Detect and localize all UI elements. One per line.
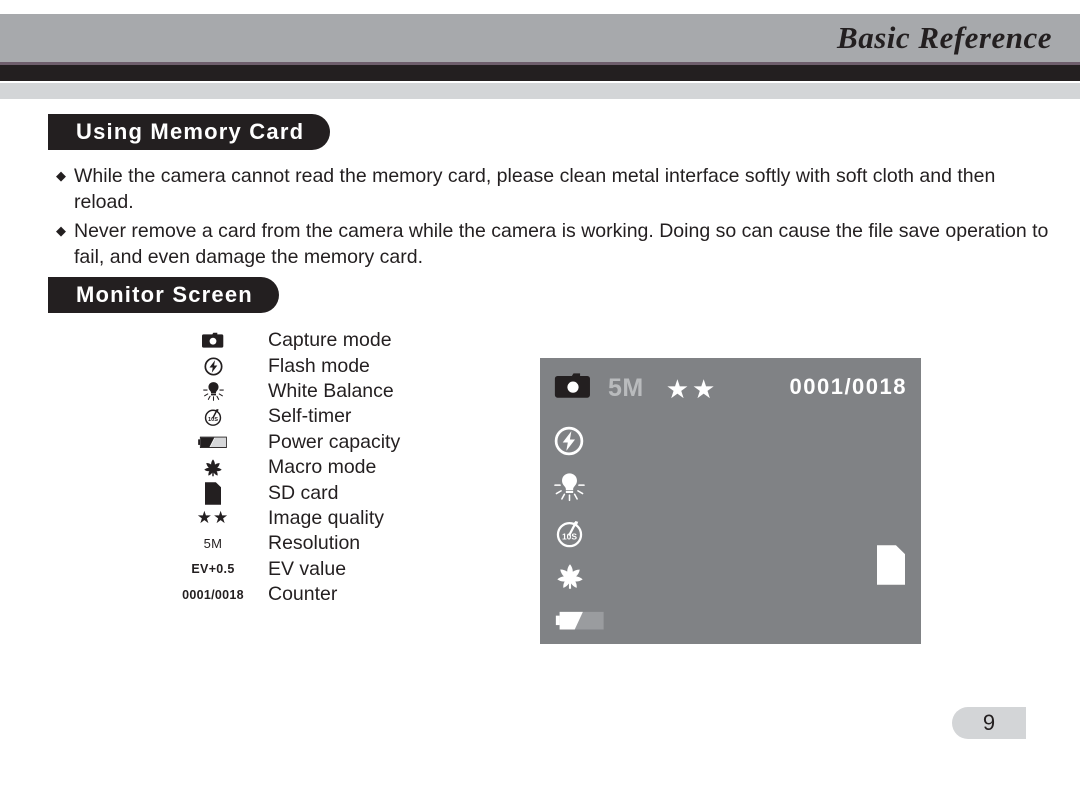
white-balance-icon [168, 379, 258, 404]
list-item-label: EV value [268, 557, 347, 580]
lcd-macro-icon [554, 562, 586, 595]
monitor-icon-legend: Capture mode Flash mode White Balance 10… [168, 328, 468, 607]
counter-text-icon: 0001/0018 [168, 582, 258, 607]
list-item-label: Macro mode [268, 456, 377, 479]
memory-card-bullet-list: ◆ While the camera cannot read the memor… [56, 163, 1056, 273]
section-heading-monitor-screen: Monitor Screen [48, 277, 279, 313]
list-item-text: Never remove a card from the camera whil… [74, 220, 1049, 268]
ev-value-glyph: EV+0.5 [191, 562, 235, 577]
list-item-label: Power capacity [268, 430, 401, 453]
list-item: 10S Self-timer [168, 404, 468, 429]
battery-icon [168, 430, 258, 455]
list-item: 5M Resolution [168, 531, 468, 556]
list-item-label: Image quality [268, 506, 384, 529]
diamond-bullet-icon: ◆ [56, 223, 66, 238]
section-heading-using-memory-card: Using Memory Card [48, 114, 331, 150]
list-item: EV+0.5 EV value [168, 557, 468, 582]
list-item: Power capacity [168, 430, 468, 455]
header-title: Basic Reference [837, 20, 1052, 55]
flash-icon [168, 353, 258, 378]
list-item: SD card [168, 480, 468, 505]
list-item: Macro mode [168, 455, 468, 480]
list-item-label: White Balance [268, 379, 394, 402]
lcd-counter-label: 0001/0018 [789, 374, 907, 399]
resolution-text-icon: 5M [168, 531, 258, 556]
sd-card-icon [168, 480, 258, 505]
list-item-label: Self-timer [268, 405, 352, 428]
diamond-bullet-icon: ◆ [56, 168, 66, 183]
lcd-flash-icon [554, 426, 584, 461]
lcd-quality-stars: ★★ [665, 373, 719, 404]
list-item: 0001/0018 Counter [168, 582, 468, 607]
ev-value-text-icon: EV+0.5 [168, 557, 258, 582]
counter-glyph: 0001/0018 [182, 587, 244, 602]
list-item: Flash mode [168, 353, 468, 378]
header-light-band [0, 83, 1080, 99]
svg-text:10S: 10S [562, 532, 577, 542]
list-item-label: Counter [268, 583, 338, 606]
list-item: ★★ Image quality [168, 506, 468, 531]
page-header: Basic Reference [0, 0, 1080, 99]
camera-icon [168, 328, 258, 353]
stars-icon: ★★ [168, 506, 258, 531]
self-timer-icon: 10S [168, 404, 258, 429]
lcd-top-status-row: 5M ★★ [554, 372, 718, 405]
section-heading-label: Monitor Screen [76, 282, 253, 307]
lcd-sd-card-icon [877, 544, 905, 591]
svg-text:10S: 10S [208, 417, 218, 423]
lcd-battery-icon [554, 610, 608, 637]
list-item-label: Capture mode [268, 329, 392, 352]
section-heading-label: Using Memory Card [76, 119, 305, 144]
lcd-self-timer-icon: 10S [554, 518, 585, 554]
page-number-badge: 9 [952, 707, 1026, 739]
lcd-white-balance-icon [554, 470, 585, 508]
list-item: ◆ While the camera cannot read the memor… [56, 163, 1056, 215]
lcd-camera-icon [554, 372, 592, 405]
monitor-screen-preview: 5M ★★ 0001/0018 10S [540, 358, 921, 644]
list-item-label: SD card [268, 481, 339, 504]
list-item-text: While the camera cannot read the memory … [74, 165, 996, 213]
header-dark-band [0, 65, 1080, 81]
stars-glyph: ★★ [196, 508, 230, 528]
macro-icon [168, 455, 258, 480]
list-item: ◆ Never remove a card from the camera wh… [56, 218, 1056, 270]
list-item-label: Resolution [268, 532, 361, 555]
resolution-glyph: 5M [203, 536, 223, 552]
list-item: Capture mode [168, 328, 468, 353]
page-number-label: 9 [982, 710, 996, 735]
lcd-resolution-label: 5M [608, 374, 644, 402]
list-item-label: Flash mode [268, 354, 370, 377]
list-item: White Balance [168, 379, 468, 404]
